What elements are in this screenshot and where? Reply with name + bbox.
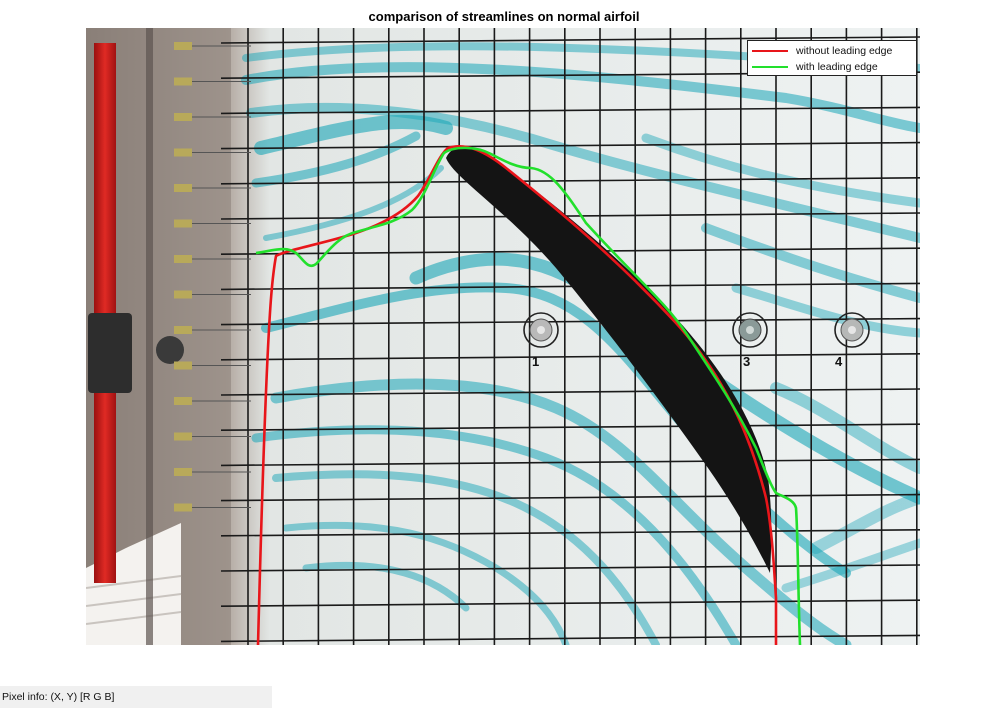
needle-hub — [174, 290, 192, 299]
legend-swatch-green — [752, 66, 788, 68]
needle-hub — [174, 184, 192, 192]
needle-hub — [174, 326, 192, 334]
marker-1-label: 1 — [532, 354, 539, 369]
needle-hub — [174, 503, 192, 512]
needle-hub — [174, 468, 192, 476]
legend-item-with: with leading edge — [752, 59, 878, 75]
frame-bar — [146, 28, 153, 645]
needle-hub — [174, 77, 192, 86]
needle-hub — [174, 42, 192, 50]
needle-hub — [174, 397, 192, 405]
knob — [156, 336, 184, 364]
legend-label-without: without leading edge — [796, 45, 893, 57]
marker-3-label: 3 — [743, 354, 750, 369]
needle-hub — [174, 148, 192, 157]
needle-hub — [174, 361, 192, 370]
legend-item-without: without leading edge — [752, 43, 892, 59]
needle-hub — [174, 255, 192, 263]
marker-4-label: 4 — [835, 354, 843, 369]
needle-hub — [174, 219, 192, 228]
pixel-info-status: Pixel info: (X, Y) [R G B] — [0, 686, 272, 708]
airfoil-photo: 1 3 4 — [86, 28, 920, 645]
legend-label-with: with leading edge — [796, 61, 878, 73]
figure-title: comparison of streamlines on normal airf… — [368, 9, 640, 24]
legend[interactable]: without leading edge with leading edge — [747, 40, 917, 76]
needle-hub — [174, 432, 192, 441]
needle-hub — [174, 113, 192, 121]
image-axes[interactable]: 1 3 4 without leading edge with leading … — [86, 28, 920, 645]
rail-clamp — [88, 313, 132, 393]
legend-swatch-red — [752, 50, 788, 52]
